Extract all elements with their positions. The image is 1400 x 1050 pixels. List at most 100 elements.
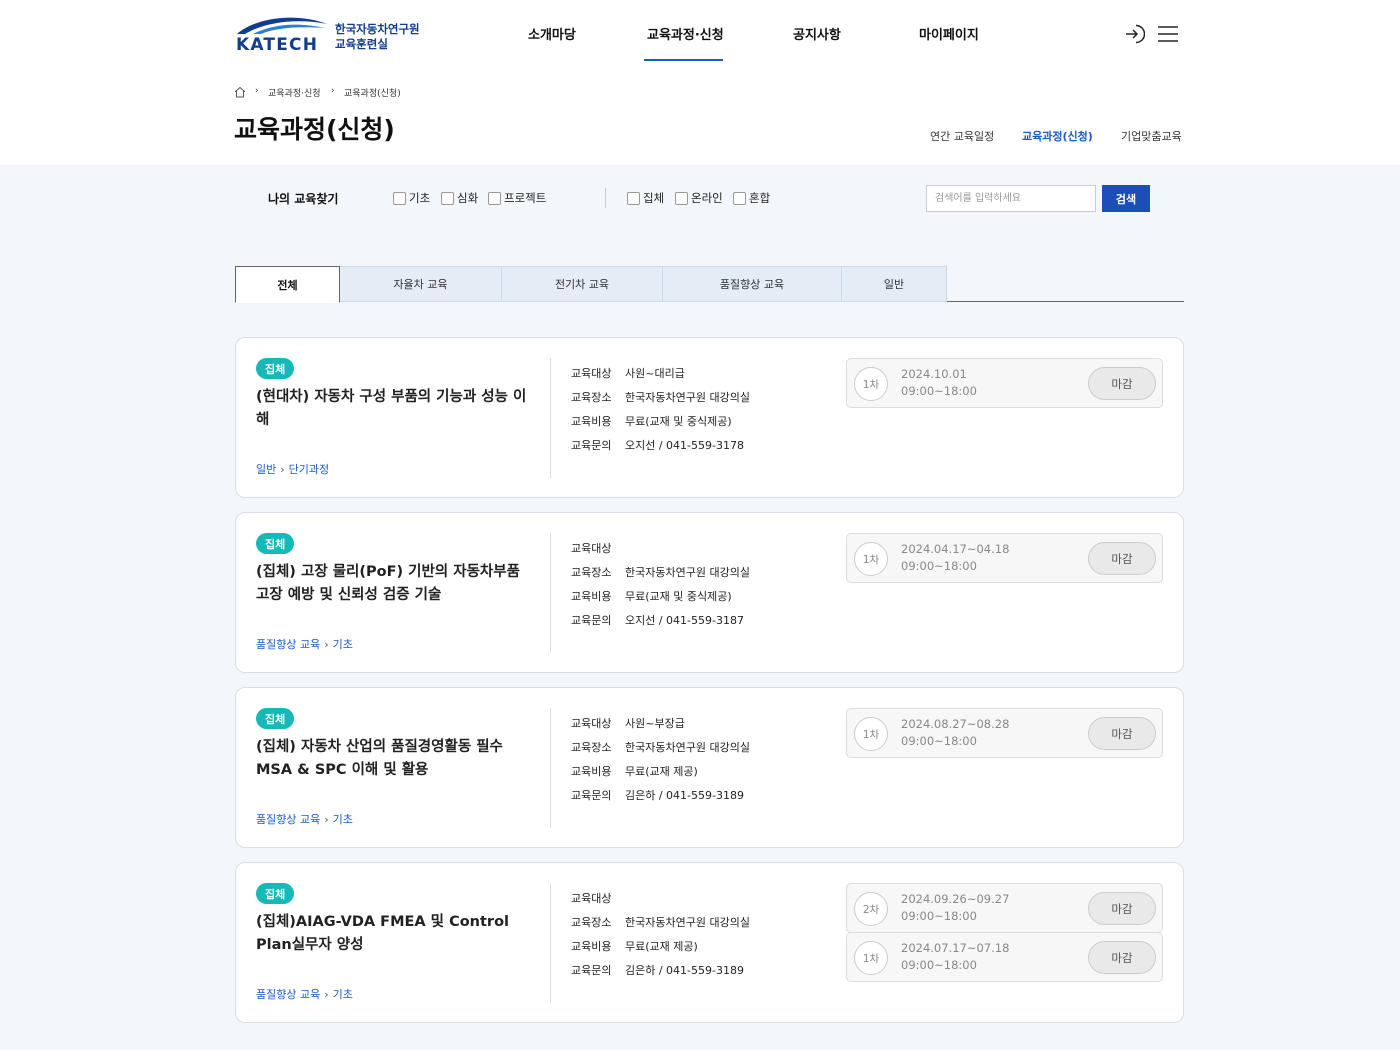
breadcrumb-separator: ›: [331, 86, 335, 96]
course-place-value: 한국자동차연구원 대강의실: [625, 566, 750, 579]
chevron-right-icon: ›: [324, 638, 329, 651]
sub-tab-course-apply[interactable]: 교육과정(신청): [1022, 128, 1093, 144]
tab-quality[interactable]: 품질향상 교육: [662, 266, 842, 302]
nav-courses[interactable]: 교육과정·신청: [647, 24, 724, 43]
course-category-sub[interactable]: 기초: [333, 813, 353, 826]
filter-checkbox-basic[interactable]: 기초: [393, 190, 430, 206]
session-closed-button[interactable]: 마감: [1088, 717, 1156, 750]
course-cost-value: 무료(교재 제공): [625, 940, 698, 953]
nav-active-indicator: [644, 59, 723, 61]
course-category[interactable]: 품질향상 교육 › 기초: [256, 811, 353, 827]
home-icon[interactable]: [234, 86, 246, 98]
session-closed-button[interactable]: 마감: [1088, 542, 1156, 575]
course-cost-label: 교육비용: [571, 765, 612, 778]
course-target-label: 교육대상: [571, 892, 612, 905]
card-divider: [550, 708, 551, 828]
sub-tab-custom-training[interactable]: 기업맞춤교육: [1121, 128, 1182, 144]
tab-autonomous[interactable]: 자율차 교육: [339, 266, 502, 302]
nav-notice[interactable]: 공지사항: [793, 24, 841, 43]
course-cost-row: 교육비용 무료(교재 제공): [571, 938, 698, 954]
session-round: 1차: [854, 367, 888, 401]
course-target-label: 교육대상: [571, 542, 612, 555]
course-place-value: 한국자동차연구원 대강의실: [625, 916, 750, 929]
katech-logo[interactable]: KATECH 한국자동차연구원 교육훈련실: [235, 14, 425, 56]
course-category-main[interactable]: 품질향상 교육: [256, 638, 320, 651]
course-category[interactable]: 일반 › 단기과정: [256, 461, 329, 477]
course-cost-value: 무료(교재 및 중식제공): [625, 590, 732, 603]
session-round: 2차: [854, 892, 888, 926]
hamburger-menu-icon[interactable]: [1157, 25, 1179, 43]
course-cost-row: 교육비용 무료(교재 제공): [571, 763, 698, 779]
chevron-right-icon: ›: [324, 988, 329, 1001]
course-target-value: 사원~대리급: [625, 367, 685, 380]
session-row: 1차 2024.04.17~04.18 09:00~18:00 마감: [846, 533, 1163, 583]
course-category[interactable]: 품질향상 교육 › 기초: [256, 636, 353, 652]
session-row: 1차 2024.10.01 09:00~18:00 마감: [846, 358, 1163, 408]
breadcrumb-item-courses[interactable]: 교육과정·신청: [268, 86, 321, 99]
course-title[interactable]: (집체) 자동차 산업의 품질경영활동 필수 MSA & SPC 이해 및 활용: [256, 736, 531, 782]
course-place-value: 한국자동차연구원 대강의실: [625, 391, 750, 404]
tab-all[interactable]: 전체: [235, 266, 340, 303]
course-contact-label: 교육문의: [571, 964, 612, 977]
filter-checkbox-project[interactable]: 프로젝트: [488, 190, 546, 206]
course-category-main[interactable]: 일반: [256, 463, 276, 476]
logo-wordmark: KATECH: [236, 35, 319, 55]
course-category[interactable]: 품질향상 교육 › 기초: [256, 986, 353, 1002]
card-divider: [550, 883, 551, 1003]
checkbox[interactable]: [733, 191, 746, 205]
session-closed-button[interactable]: 마감: [1088, 941, 1156, 974]
session-round: 1차: [854, 941, 888, 975]
course-target-row: 교육대상 사원~대리급: [571, 365, 685, 381]
filter-checkbox-advanced[interactable]: 심화: [441, 190, 478, 206]
tab-general[interactable]: 일반: [841, 266, 947, 302]
tab-ev[interactable]: 전기차 교육: [501, 266, 663, 302]
course-cost-value: 무료(교재 및 중식제공): [625, 415, 732, 428]
course-category-main[interactable]: 품질향상 교육: [256, 813, 320, 826]
course-cost-row: 교육비용 무료(교재 및 중식제공): [571, 413, 732, 429]
session-row: 1차 2024.07.17~07.18 09:00~18:00 마감: [846, 932, 1163, 982]
filter-checkbox-blended[interactable]: 혼합: [733, 190, 770, 206]
course-cost-row: 교육비용 무료(교재 및 중식제공): [571, 588, 732, 604]
course-type-badge: 집체: [256, 358, 295, 379]
logo-org-name: 한국자동차연구원 교육훈련실: [335, 22, 420, 51]
course-category-sub[interactable]: 기초: [333, 988, 353, 1001]
session-date: 2024.10.01: [901, 367, 967, 381]
session-time: 09:00~18:00: [901, 559, 977, 573]
checkbox[interactable]: [441, 191, 454, 205]
checkbox[interactable]: [488, 191, 501, 205]
checkbox[interactable]: [675, 191, 688, 205]
top-area: KATECH 한국자동차연구원 교육훈련실 소개마당 교육과정·신청 공지사항 …: [0, 0, 1400, 165]
session-time: 09:00~18:00: [901, 384, 977, 398]
session-date: 2024.08.27~08.28: [901, 717, 1010, 731]
course-title[interactable]: (집체) 고장 물리(PoF) 기반의 자동차부품 고장 예방 및 신뢰성 검증…: [256, 561, 531, 607]
session-row: 2차 2024.09.26~09.27 09:00~18:00 마감: [846, 883, 1163, 933]
filter-checkbox-online[interactable]: 온라인: [675, 190, 723, 206]
session-date: 2024.09.26~09.27: [901, 892, 1010, 906]
nav-mypage[interactable]: 마이페이지: [919, 24, 979, 43]
course-place-row: 교육장소 한국자동차연구원 대강의실: [571, 564, 750, 580]
filter-checkbox-offline[interactable]: 집체: [627, 190, 664, 206]
checkbox[interactable]: [627, 191, 640, 205]
search-button[interactable]: 검색: [1102, 185, 1150, 212]
course-category-main[interactable]: 품질향상 교육: [256, 988, 320, 1001]
course-title[interactable]: (현대차) 자동차 구성 부품의 기능과 성능 이해: [256, 386, 531, 432]
course-card[interactable]: 집체 (집체) 고장 물리(PoF) 기반의 자동차부품 고장 예방 및 신뢰성 …: [235, 512, 1184, 673]
search-input[interactable]: [926, 185, 1096, 212]
checkbox[interactable]: [393, 191, 406, 205]
course-card[interactable]: 집체 (현대차) 자동차 구성 부품의 기능과 성능 이해일반 › 단기과정 교육대상 사…: [235, 337, 1184, 498]
course-category-sub[interactable]: 기초: [333, 638, 353, 651]
course-category-sub[interactable]: 단기과정: [289, 463, 329, 476]
course-card[interactable]: 집체 (집체) 자동차 산업의 품질경영활동 필수 MSA & SPC 이해 및 …: [235, 687, 1184, 848]
filter-label: 나의 교육찾기: [268, 192, 339, 206]
course-card[interactable]: 집체 (집체)AIAG-VDA FMEA 및 Control Plan실무자 양성…: [235, 862, 1184, 1023]
session-closed-button[interactable]: 마감: [1088, 367, 1156, 400]
course-target-label: 교육대상: [571, 717, 612, 730]
chevron-right-icon: ›: [324, 813, 329, 826]
course-contact-row: 교육문의 김은하 / 041-559-3189: [571, 962, 744, 978]
login-icon[interactable]: [1123, 23, 1145, 45]
session-closed-button[interactable]: 마감: [1088, 892, 1156, 925]
nav-intro[interactable]: 소개마당: [528, 24, 576, 43]
sub-tab-annual-schedule[interactable]: 연간 교육일정: [930, 128, 994, 144]
course-contact-value: 김은하 / 041-559-3189: [625, 964, 744, 977]
course-title[interactable]: (집체)AIAG-VDA FMEA 및 Control Plan실무자 양성: [256, 911, 531, 957]
